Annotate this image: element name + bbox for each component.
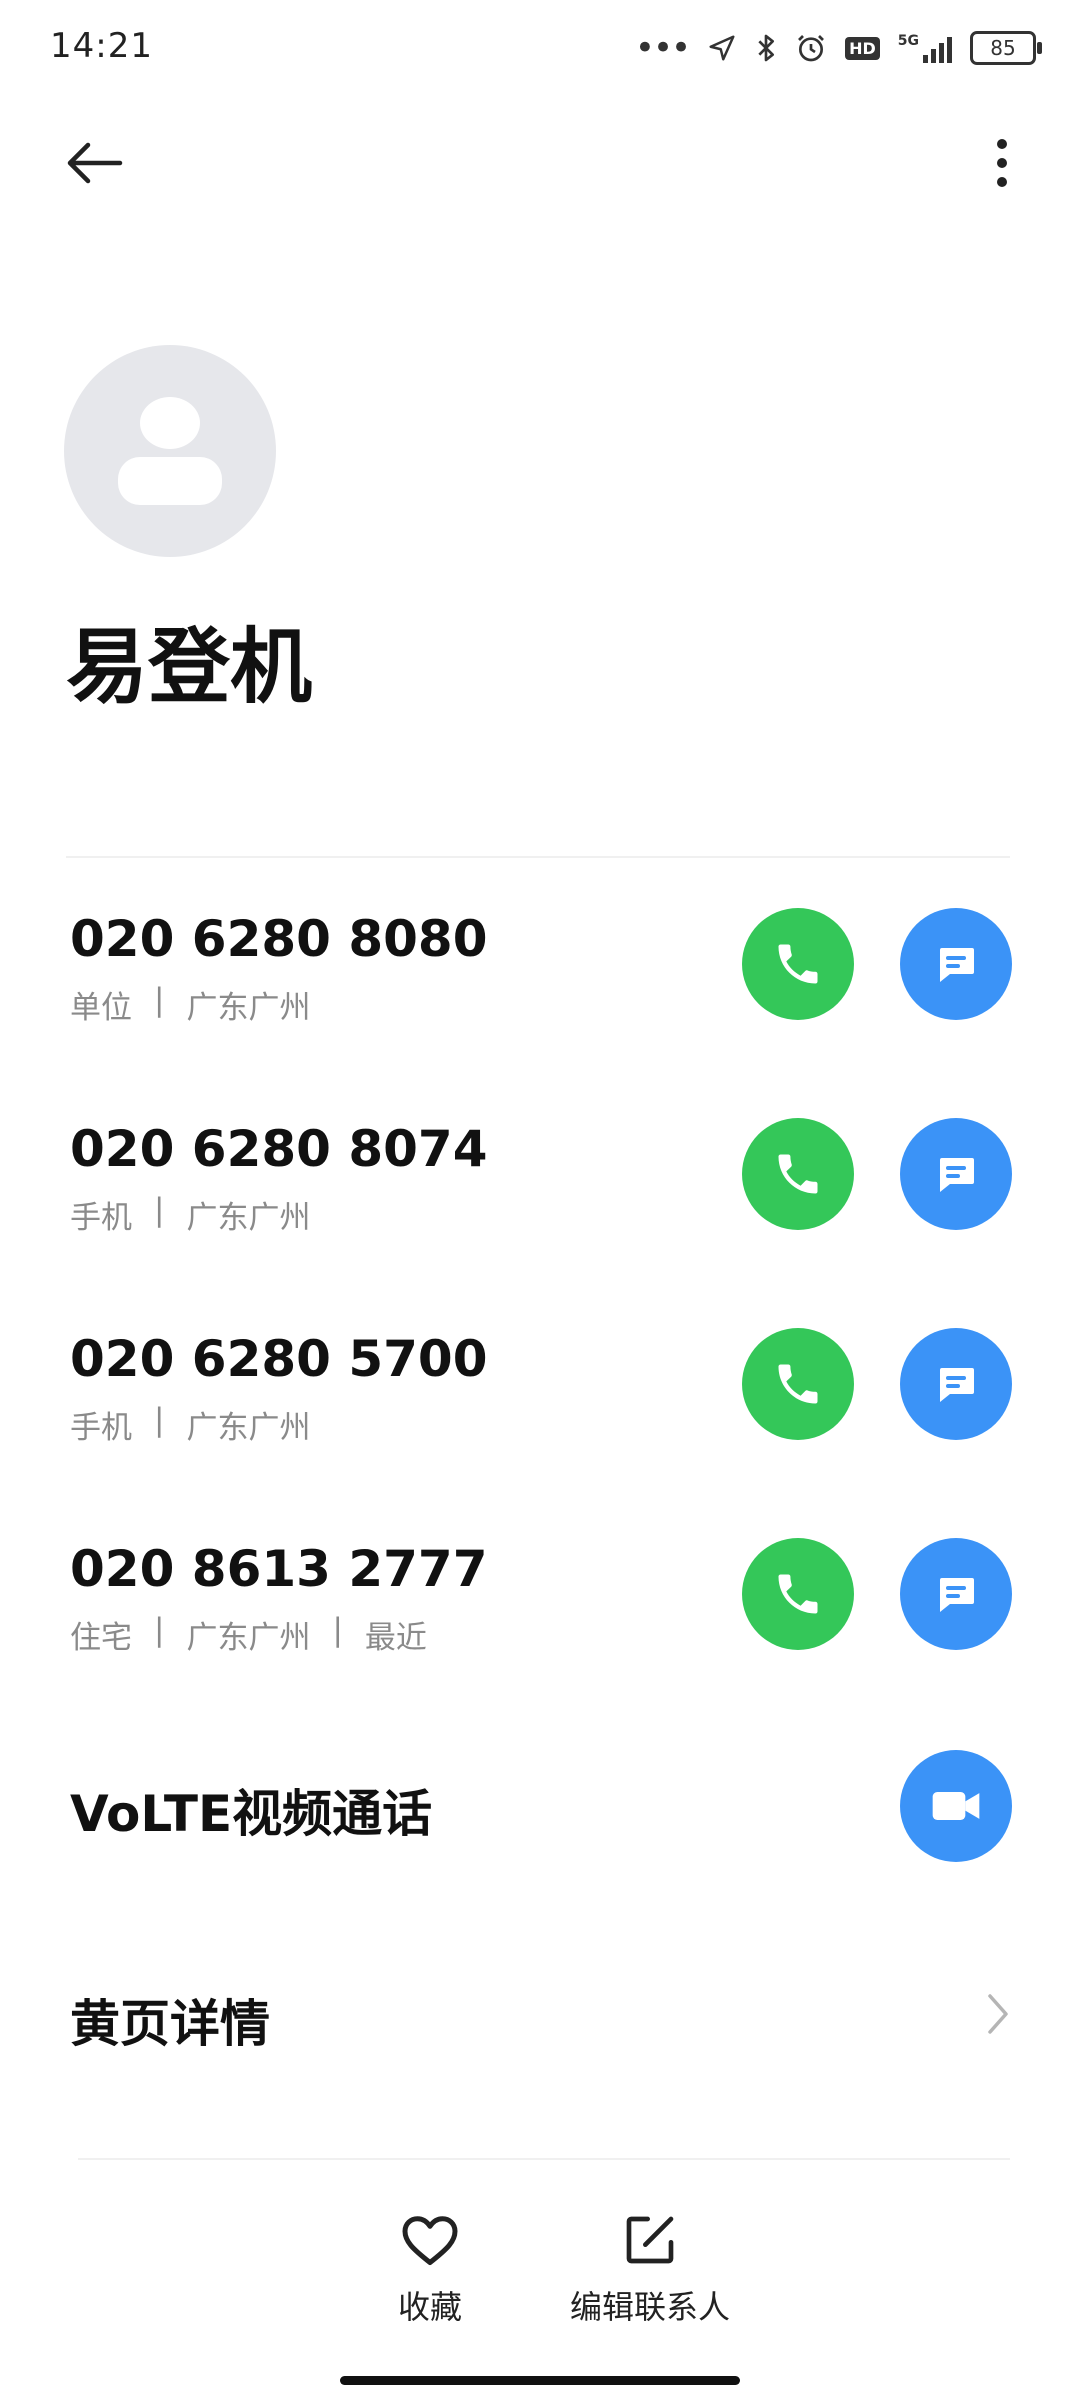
phone-icon: [778, 944, 818, 984]
message-icon: [940, 1578, 974, 1612]
message-button[interactable]: [900, 908, 1012, 1020]
phone-type: 手机: [70, 1200, 132, 1236]
edit-contact-label: 编辑联系人: [569, 2288, 730, 2326]
video-call-button[interactable]: [900, 1750, 1012, 1862]
more-notifications-icon: •••: [634, 28, 691, 68]
yellow-pages-label: 黄页详情: [70, 1995, 270, 2053]
phone-number: 020 6280 8080: [70, 910, 488, 968]
contact-name: 易登机: [66, 620, 313, 715]
phone-meta: 单位 | 广东广州: [70, 982, 310, 1027]
back-button[interactable]: [60, 128, 130, 198]
favorite-button[interactable]: 收藏: [370, 2212, 490, 2328]
bluetooth-icon: [758, 34, 775, 62]
edit-contact-button[interactable]: 编辑联系人: [560, 2212, 740, 2328]
phone-row[interactable]: 020 6280 5700 手机 | 广东广州: [70, 1328, 1012, 1470]
status-time: 14:21: [50, 26, 153, 66]
phone-icon: [778, 1154, 818, 1194]
call-button[interactable]: [742, 1538, 854, 1650]
message-icon: [940, 1368, 974, 1402]
video-camera-icon: [932, 1792, 980, 1820]
phone-meta: 手机 | 广东广州: [70, 1192, 310, 1237]
yellow-pages-row[interactable]: 黄页详情: [70, 1962, 1010, 2062]
message-button[interactable]: [900, 1118, 1012, 1230]
phone-icon: [778, 1364, 818, 1404]
message-icon: [940, 1158, 974, 1192]
phone-location: 广东广州: [186, 1410, 311, 1446]
phone-meta: 手机 | 广东广州: [70, 1402, 310, 1447]
call-button[interactable]: [742, 1328, 854, 1440]
separator: |: [154, 1612, 165, 1648]
call-button[interactable]: [742, 908, 854, 1020]
separator: |: [154, 982, 165, 1018]
phone-location: 广东广州: [186, 1620, 311, 1656]
phone-location: 广东广州: [186, 1200, 311, 1236]
separator: |: [154, 1192, 165, 1228]
divider: [66, 856, 1010, 858]
volte-label: VoLTE视频通话: [70, 1785, 433, 1843]
phone-location: 广东广州: [186, 990, 311, 1026]
call-button[interactable]: [742, 1118, 854, 1230]
bottom-divider: [78, 2158, 1010, 2160]
phone-row[interactable]: 020 6280 8080 单位 | 广东广州: [70, 908, 1012, 1050]
phone-number: 020 6280 8074: [70, 1120, 488, 1178]
volte-row[interactable]: VoLTE视频通话: [70, 1750, 1012, 1862]
separator: |: [332, 1612, 343, 1648]
message-button[interactable]: [900, 1328, 1012, 1440]
back-arrow-icon: [67, 142, 123, 184]
phone-icon: [778, 1574, 818, 1614]
separator: |: [154, 1402, 165, 1438]
edit-icon: [626, 2216, 674, 2264]
phone-number: 020 8613 2777: [70, 1540, 488, 1598]
heart-icon: [402, 2216, 458, 2265]
favorite-label: 收藏: [397, 2288, 462, 2326]
phone-row[interactable]: 020 8613 2777 住宅 | 广东广州 | 最近: [70, 1538, 1012, 1680]
phone-type: 手机: [70, 1410, 132, 1446]
more-options-button[interactable]: [972, 128, 1032, 198]
phone-type: 住宅: [70, 1620, 132, 1656]
battery-level: 85: [990, 36, 1016, 60]
status-icons: ••• HD 5G 85: [634, 26, 1042, 70]
network-type-label: 5G: [897, 33, 919, 49]
avatar: [64, 345, 276, 557]
person-icon: [118, 397, 222, 505]
home-indicator[interactable]: [340, 2376, 740, 2385]
hd-icon: HD: [845, 36, 880, 60]
battery-icon: 85: [970, 31, 1042, 65]
more-vertical-icon: [997, 139, 1007, 187]
chevron-right-icon: [988, 1994, 1008, 2034]
phone-meta: 住宅 | 广东广州 | 最近: [70, 1612, 427, 1657]
message-button[interactable]: [900, 1538, 1012, 1650]
phone-number: 020 6280 5700: [70, 1330, 488, 1388]
alarm-icon: [798, 35, 825, 62]
location-icon: [709, 35, 735, 61]
message-icon: [940, 948, 974, 982]
phone-type: 单位: [70, 990, 132, 1026]
phone-row[interactable]: 020 6280 8074 手机 | 广东广州: [70, 1118, 1012, 1260]
recent-tag: 最近: [364, 1620, 427, 1656]
signal-icon: 5G: [898, 33, 952, 63]
